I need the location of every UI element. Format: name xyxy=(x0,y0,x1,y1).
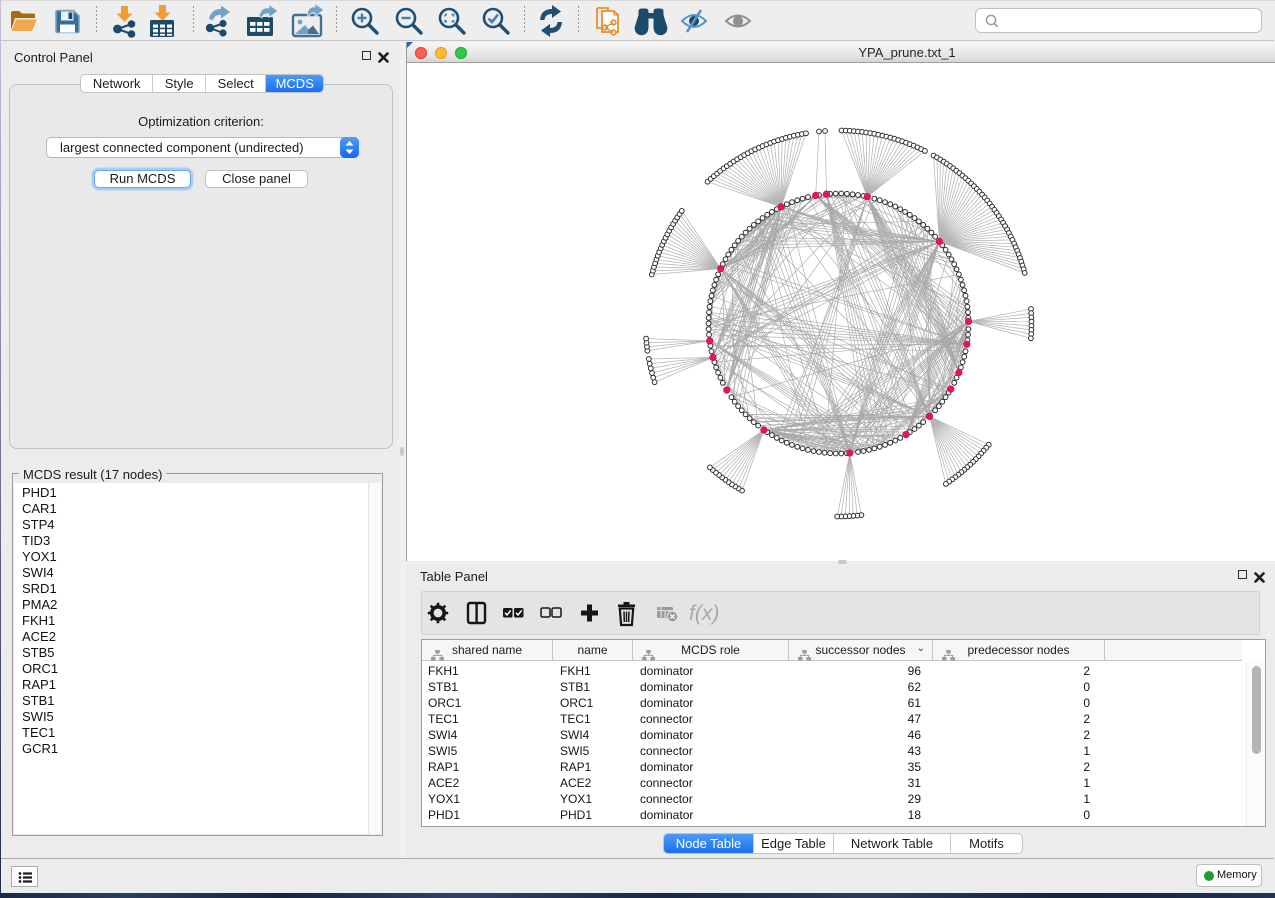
svg-text:f(x): f(x) xyxy=(689,602,719,625)
